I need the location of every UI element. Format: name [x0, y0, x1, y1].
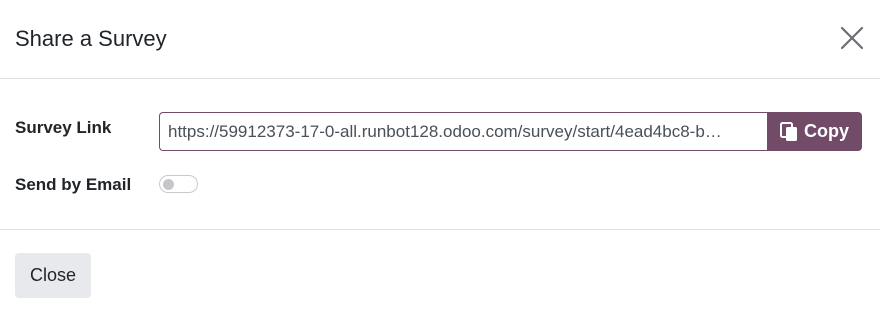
dialog-header: Share a Survey: [0, 0, 880, 79]
dialog-footer: Close: [0, 229, 880, 311]
close-icon[interactable]: [838, 24, 866, 52]
send-by-email-label: Send by Email: [15, 175, 132, 194]
send-by-email-toggle[interactable]: [159, 175, 198, 193]
survey-link-label: Survey Link: [15, 118, 112, 137]
close-button[interactable]: Close: [15, 253, 91, 298]
toggle-knob: [163, 179, 174, 190]
share-survey-dialog: Share a Survey Survey Link https://59912…: [0, 0, 880, 311]
clipboard-icon: [780, 121, 798, 142]
survey-link-field[interactable]: https://59912373-17-0-all.runbot128.odoo…: [159, 112, 768, 151]
copy-button[interactable]: Copy: [767, 112, 862, 151]
dialog-body: Survey Link https://59912373-17-0-all.ru…: [0, 79, 880, 229]
dialog-title: Share a Survey: [15, 26, 167, 51]
survey-link-group: https://59912373-17-0-all.runbot128.odoo…: [159, 112, 862, 151]
copy-button-label: Copy: [804, 121, 849, 141]
